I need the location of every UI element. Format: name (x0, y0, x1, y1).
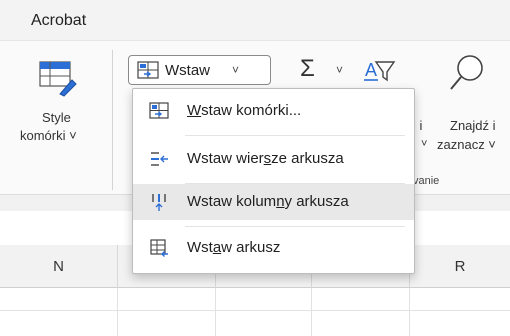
column-gridline (311, 288, 312, 336)
menu-item-label: Wstaw kolumny arkusza (187, 193, 349, 210)
chevron-down-icon: ˅ (232, 63, 240, 77)
menu-item-insert-sheet-rows[interactable]: Wstaw wiersze arkusza (133, 141, 414, 177)
insert-cells-icon (137, 61, 159, 79)
column-header-n[interactable]: N (0, 245, 118, 288)
autosum-button[interactable]: Σ ˅ (296, 55, 354, 85)
column-gridline (215, 288, 216, 336)
chevron-down-icon: ˅ (421, 138, 428, 150)
ribbon-tab-bar: Acrobat (0, 0, 510, 40)
sort-filter-icon[interactable]: A (364, 56, 398, 90)
insert-cells-icon (149, 102, 169, 119)
column-gridline (409, 288, 410, 336)
menu-item-insert-cells[interactable]: Wstaw komórki... (133, 93, 414, 129)
menu-divider (185, 135, 405, 136)
cell-styles-label-2: komórki ˅ (20, 128, 77, 143)
menu-item-label: Wstaw komórki... (187, 102, 302, 119)
ribbon-group-label: vanie (413, 175, 440, 187)
menu-item-label: Wstaw arkusz (187, 239, 281, 256)
ribbon-separator (112, 50, 113, 190)
tab-acrobat[interactable]: Acrobat (31, 12, 86, 30)
menu-divider (185, 226, 405, 227)
insert-dropdown-menu: Wstaw komórki... Wstaw wiersze arkusza W… (132, 88, 415, 274)
insert-sheet-icon (150, 239, 168, 257)
chevron-down-icon: ˅ (336, 63, 344, 77)
find-select-label-2: zaznacz ˅ (437, 137, 496, 152)
insert-sheet-columns-icon (152, 194, 166, 211)
cell-styles-button[interactable]: Style komórki ˅ (18, 58, 98, 158)
sigma-icon: Σ (300, 55, 315, 82)
magnifier-icon[interactable] (448, 52, 488, 92)
menu-item-insert-sheet[interactable]: Wstaw arkusz (133, 230, 414, 266)
find-select-label-1: Znajdź i (450, 118, 496, 133)
cell-styles-label-1: Style (42, 110, 71, 125)
insert-button[interactable]: Wstaw ˅ (128, 55, 271, 85)
row-gridline (0, 310, 510, 311)
menu-item-label: Wstaw wiersze arkusza (187, 150, 344, 167)
svg-text:A: A (365, 60, 377, 80)
insert-button-label: Wstaw (165, 61, 210, 79)
menu-item-insert-sheet-columns[interactable]: Wstaw kolumny arkusza (133, 184, 414, 220)
insert-sheet-rows-icon (151, 152, 168, 166)
column-header-r[interactable]: R (410, 245, 510, 288)
cell-styles-icon (39, 61, 77, 97)
column-gridline (117, 288, 118, 336)
